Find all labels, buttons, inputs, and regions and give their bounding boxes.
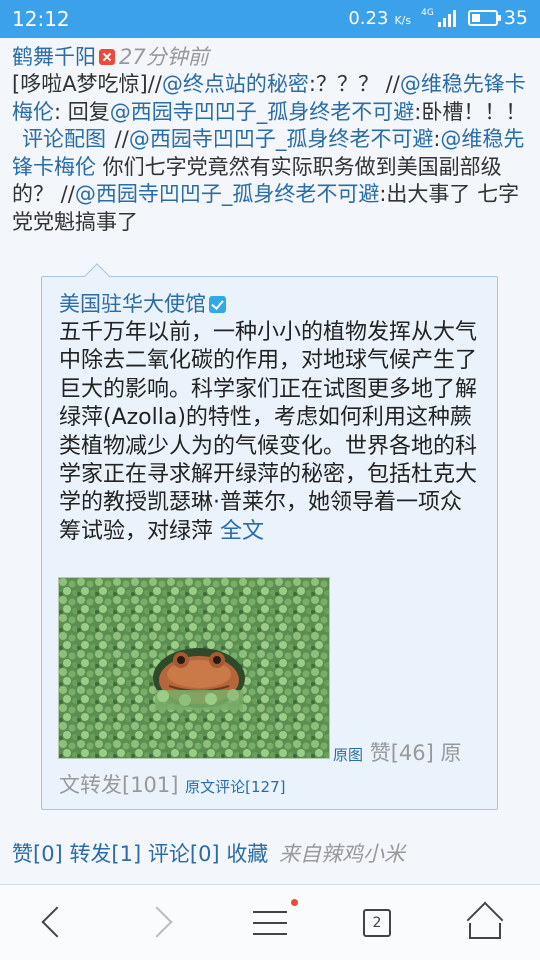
battery-percent: 35	[503, 7, 528, 29]
post-text: :卧槽！！！	[414, 99, 527, 124]
menu-button[interactable]	[240, 895, 300, 951]
repost-likes[interactable]: 赞[46]	[370, 741, 434, 765]
network-speed: 0.23 K/s	[348, 8, 412, 29]
mention-link[interactable]: @终点站的秘密	[162, 72, 309, 96]
comment-image-link[interactable]: 评论配图	[22, 127, 106, 151]
status-bar: 12:12 0.23 K/s 4G 35	[0, 0, 540, 38]
mention-link[interactable]: @西园寺凹凹子_孤身终老不可避	[75, 182, 380, 206]
post-header: 鹤舞千阳 27分钟前	[12, 44, 532, 70]
mention-link[interactable]: @西园寺凹凹子_孤身终老不可避	[129, 127, 434, 151]
repost-meta: 原图 赞[46] 原文转发[101] 原文评论[127]	[59, 738, 479, 802]
network-type: 4G	[421, 8, 434, 18]
post-text: : 回复	[54, 99, 110, 124]
repost-pointer	[84, 263, 110, 289]
signal-icon: 4G	[421, 9, 456, 27]
mention-link[interactable]: @西园寺凹凹子_孤身终老不可避	[110, 100, 415, 124]
comment-button[interactable]: 评论[0]	[148, 842, 220, 866]
post-source: 来自辣鸡小米	[279, 842, 405, 866]
repost-comments[interactable]: 原文评论[127]	[185, 778, 285, 796]
tabs-button[interactable]: 2	[347, 895, 407, 951]
notification-dot	[291, 899, 298, 906]
post-actions: 赞[0] 转发[1] 评论[0] 收藏 来自辣鸡小米	[12, 840, 405, 868]
back-button[interactable]	[24, 895, 84, 951]
repost-card[interactable]: 美国驻华大使馆 五千万年以前，一种小小的植物发挥从大气中除去二氧化碳的作用，对地…	[41, 263, 498, 810]
post-text: [哆啦A梦吃惊]//	[12, 72, 162, 96]
repost-text: 五千万年以前，一种小小的植物发挥从大气中除去二氧化碳的作用，对地球气候产生了巨大…	[59, 319, 479, 546]
chevron-right-icon	[141, 906, 173, 938]
like-button[interactable]: 赞[0]	[12, 842, 63, 866]
repost-body: 五千万年以前，一种小小的植物发挥从大气中除去二氧化碳的作用，对地球气候产生了巨大…	[59, 320, 478, 544]
post-text: //	[108, 127, 129, 151]
post-body: [哆啦A梦吃惊]//@终点站的秘密:？？？ //@维稳先锋卡梅伦: 回复@西园寺…	[12, 71, 528, 236]
battery-icon	[467, 10, 501, 26]
vip-badge-icon	[99, 49, 115, 65]
home-icon-base	[469, 923, 501, 939]
repost-image[interactable]	[58, 577, 330, 759]
browser-bottom-nav: 2	[0, 885, 540, 960]
status-indicators: 0.23 K/s 4G 35	[348, 7, 528, 29]
repost-button[interactable]: 转发[1]	[69, 842, 141, 866]
chevron-left-icon	[41, 906, 73, 938]
repost-author-row: 美国驻华大使馆	[59, 291, 226, 317]
post-time: 27分钟前	[119, 45, 209, 69]
frog-in-azolla-photo	[59, 578, 329, 758]
forward-button[interactable]	[132, 895, 192, 951]
weibo-post: 鹤舞千阳 27分钟前 [哆啦A梦吃惊]//@终点站的秘密:？？？ //@维稳先锋…	[12, 44, 532, 236]
verified-badge-icon	[209, 295, 226, 313]
tab-count: 2	[363, 909, 391, 937]
home-button[interactable]	[455, 895, 515, 951]
post-author[interactable]: 鹤舞千阳	[12, 44, 96, 70]
favorite-button[interactable]: 收藏	[226, 842, 268, 866]
post-text: :？？？ //	[308, 72, 400, 96]
full-text-link[interactable]: 全文	[220, 519, 264, 544]
original-image-link[interactable]: 原图	[333, 746, 363, 764]
status-time: 12:12	[12, 7, 70, 31]
repost-author[interactable]: 美国驻华大使馆	[59, 291, 206, 317]
menu-icon	[253, 911, 287, 944]
